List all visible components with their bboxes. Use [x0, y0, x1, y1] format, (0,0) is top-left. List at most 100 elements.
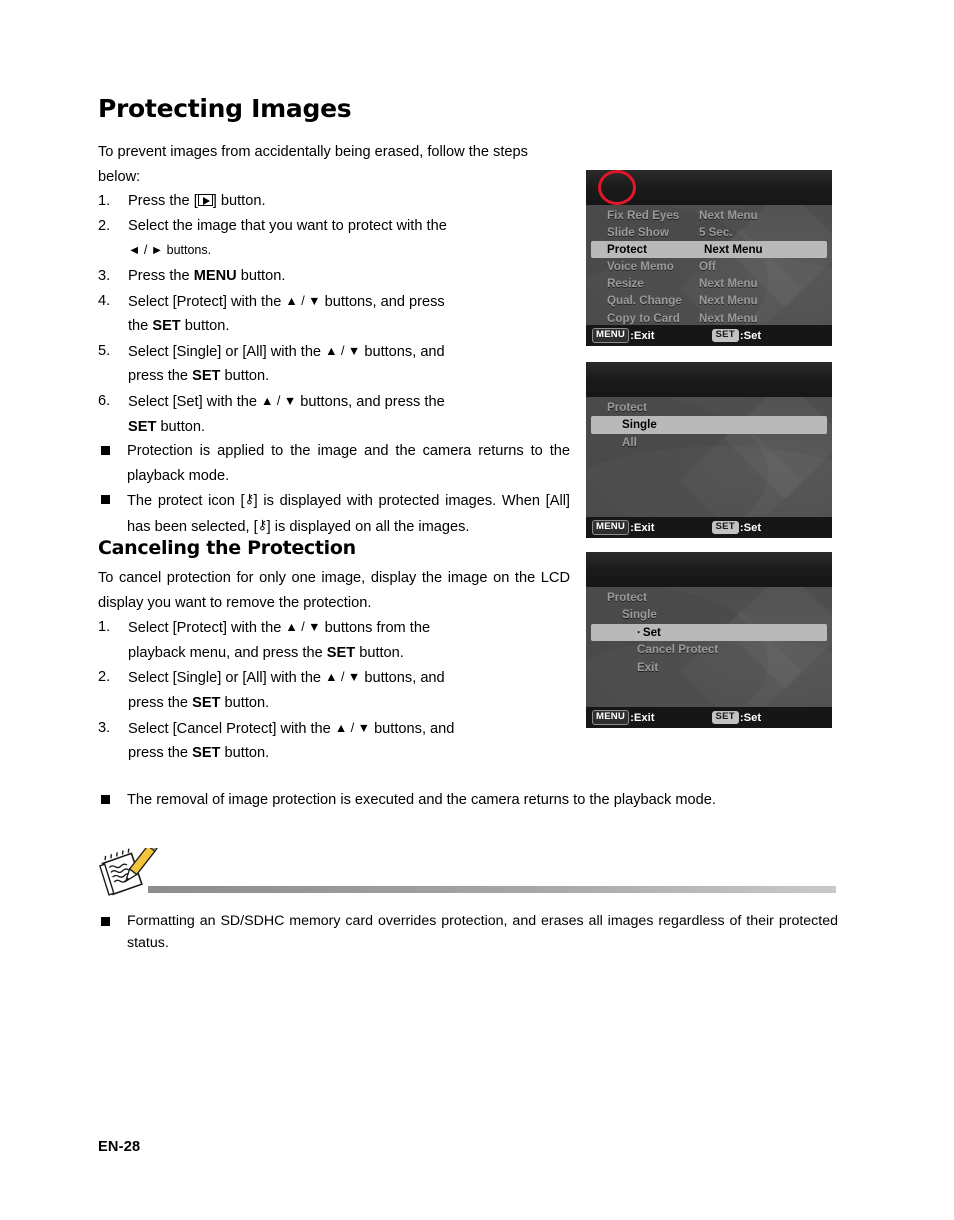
- menu-row[interactable]: Cancel Protect: [586, 641, 832, 658]
- step-text-b: buttons from the: [320, 620, 431, 637]
- menu-row-title: Protect: [607, 401, 647, 414]
- menu-row-selected[interactable]: Single: [591, 416, 827, 434]
- step-2: 2. Select the image that you want to prot…: [98, 214, 570, 264]
- lcd-footer-bar: MENU :Exit SET :Set: [586, 517, 832, 538]
- page-title: Protecting Images: [98, 94, 352, 123]
- note-text: Formatting an SD/SDHC memory card overri…: [127, 913, 838, 951]
- menu-row-value: Next Menu: [704, 243, 763, 257]
- menu-row-value: Next Menu: [699, 277, 758, 291]
- step-text-a: Select [Protect] with the: [128, 620, 286, 637]
- bullet-item: The protect icon [⚷] is displayed with p…: [98, 488, 570, 539]
- cancel-step-2: 2. Select [Single] or [All] with the ▲ / …: [98, 665, 570, 715]
- set-key-label: SET: [152, 318, 181, 335]
- main-text-column: To prevent images from accidentally bein…: [98, 140, 570, 540]
- menu-button-badge[interactable]: MENU: [592, 328, 630, 343]
- menu-row-label: Protect: [607, 243, 647, 257]
- menu-row[interactable]: Voice Memo Off: [586, 258, 832, 275]
- set-key-label: SET: [326, 644, 356, 661]
- cancel-notes-list: The removal of image protection is execu…: [98, 788, 838, 813]
- step-text-line2: ◄ / ► buttons.: [128, 243, 212, 258]
- set-button-badge[interactable]: SET: [711, 521, 739, 534]
- step-1: 1. Press the [ ] button.: [98, 189, 570, 214]
- step-number: 1.: [98, 193, 111, 210]
- set-button-badge[interactable]: SET: [711, 329, 739, 342]
- menu-row-value: 5 Sec.: [699, 226, 733, 240]
- cancel-step-3: 3. Select [Cancel Protect] with the ▲ / ▼…: [98, 716, 570, 766]
- menu-row-label: Qual. Change: [607, 294, 682, 308]
- step-text-d: button.: [220, 745, 270, 762]
- step-number: 1.: [98, 619, 111, 636]
- step-5: 5. Select [Single] or [All] with the ▲ / …: [98, 339, 570, 389]
- menu-row-selected[interactable]: Protect Next Menu: [591, 241, 827, 259]
- menu-row[interactable]: Single: [586, 606, 832, 623]
- bullet-item: The removal of image protection is execu…: [98, 788, 838, 813]
- menu-button-badge[interactable]: MENU: [592, 710, 630, 725]
- key-icon: ⚷: [244, 492, 255, 508]
- set-key-label: SET: [128, 418, 157, 435]
- menu-row-label: Fix Red Eyes: [607, 209, 680, 222]
- square-bullet-icon: [101, 446, 110, 456]
- menu-row[interactable]: Qual. Change Next Menu: [586, 292, 832, 309]
- updown-arrows: ▲ / ▼: [261, 393, 297, 408]
- lcd-footer-bar: MENU :Exit SET :Set: [586, 325, 832, 346]
- menu-row-selected[interactable]: · Set: [591, 623, 827, 642]
- step-text-c: press the: [128, 745, 193, 762]
- cancel-intro-paragraph: To cancel protection for only one image,…: [98, 570, 570, 611]
- step-text-pre: Press the [: [128, 193, 198, 210]
- updown-arrows: ▲ / ▼: [334, 720, 371, 735]
- menu-button-badge[interactable]: MENU: [592, 520, 630, 535]
- bullet-text-pre: The protect icon [: [127, 493, 245, 510]
- note-body: Formatting an SD/SDHC memory card overri…: [98, 910, 838, 954]
- step-text-d: button.: [355, 644, 404, 661]
- step-text-c: press the: [128, 368, 193, 385]
- step-text-c: the: [128, 318, 153, 335]
- lcd-tab-bar: [586, 362, 832, 397]
- lcd-screenshot-protect-submenu: Protect Single All MENU :Exit SET :Set: [586, 362, 832, 538]
- note-divider-rule: [148, 886, 836, 893]
- step-number: 2.: [98, 217, 111, 234]
- step-text-post: button.: [236, 267, 286, 284]
- key-icon: ⚷: [257, 517, 268, 533]
- menu-row-value: Next Menu: [699, 209, 758, 222]
- step-3: 3. Press the MENU button.: [98, 264, 570, 289]
- set-key-label: SET: [192, 694, 221, 711]
- menu-row[interactable]: Slide Show 5 Sec.: [586, 224, 832, 241]
- step-text-d: button.: [220, 694, 270, 711]
- step-text-post: ] button.: [212, 193, 266, 210]
- menu-row[interactable]: Fix Red Eyes Next Menu: [586, 207, 832, 224]
- bullet-text: The removal of image protection is execu…: [127, 792, 716, 808]
- menu-row-label: Slide Show: [607, 226, 669, 240]
- lcd-menu-list: Protect Single · Set Cancel Protect Exit: [586, 589, 832, 676]
- menu-row[interactable]: All: [586, 434, 832, 451]
- step-text-a: Select [Set] with the: [128, 393, 262, 410]
- set-button-badge[interactable]: SET: [711, 711, 739, 724]
- note-list: Formatting an SD/SDHC memory card overri…: [98, 910, 838, 954]
- menu-row[interactable]: Resize Next Menu: [586, 275, 832, 292]
- lcd-tab-bar: [586, 552, 832, 587]
- step-text-a: Select [Cancel Protect] with the: [128, 720, 335, 737]
- step-number: 4.: [98, 292, 111, 309]
- playback-icon: [197, 194, 213, 207]
- step-text-b: buttons, and press the: [296, 393, 445, 410]
- manual-page: Protecting Images To prevent images from…: [98, 0, 838, 1220]
- step-6: 6. Select [Set] with the ▲ / ▼ buttons, a…: [98, 389, 570, 439]
- note-item: Formatting an SD/SDHC memory card overri…: [98, 910, 838, 954]
- menu-row-title: Protect: [607, 591, 647, 604]
- lcd-footer-bar: MENU :Exit SET :Set: [586, 707, 832, 728]
- menu-row-value: Off: [699, 260, 716, 274]
- lcd-screenshot-protect-single-submenu: Protect Single · Set Cancel Protect Exit …: [586, 552, 832, 728]
- step-text-c: playback menu, and press the: [128, 644, 327, 661]
- updown-arrows: ▲ / ▼: [325, 343, 361, 358]
- step-text-d: button.: [180, 318, 230, 335]
- menu-row-label: Resize: [607, 277, 644, 291]
- menu-row-value: Next Menu: [699, 294, 758, 308]
- step-text-b: buttons, and: [370, 720, 455, 737]
- step-text-c: press the: [128, 694, 193, 711]
- set-key-label: SET: [192, 368, 221, 385]
- menu-row[interactable]: Exit: [586, 659, 832, 676]
- set-button-action: :Set: [739, 711, 762, 724]
- cancel-section-column: To cancel protection for only one image,…: [98, 566, 570, 766]
- step-number: 2.: [98, 669, 111, 686]
- step-number: 3.: [98, 719, 111, 736]
- square-bullet-icon: [101, 917, 110, 926]
